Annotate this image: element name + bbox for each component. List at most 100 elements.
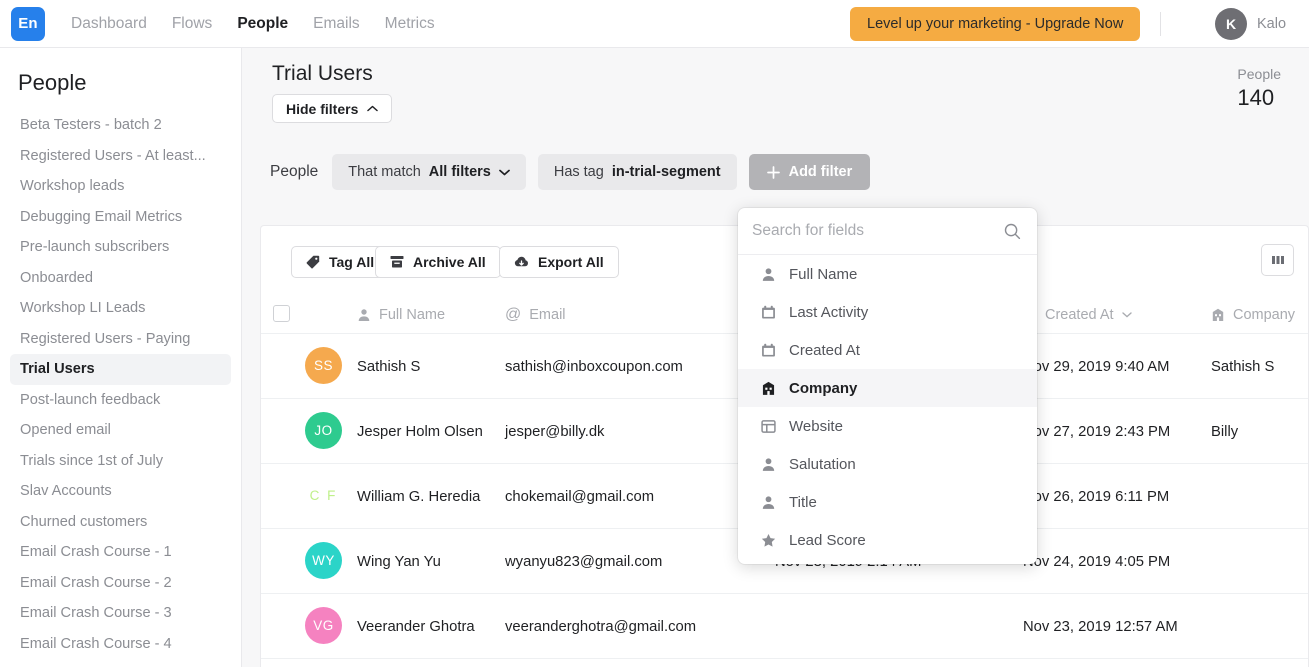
- nav-link-dashboard[interactable]: Dashboard: [71, 15, 147, 33]
- column-header-label: Full Name: [379, 307, 446, 323]
- column-header-label: Email: [529, 307, 566, 323]
- nav-link-emails[interactable]: Emails: [313, 15, 360, 33]
- field-option-salutation[interactable]: Salutation: [738, 445, 1037, 483]
- tag-filter-pill[interactable]: Has tag in-trial-segment: [537, 154, 737, 190]
- column-header-full-name[interactable]: Full Name: [357, 296, 445, 334]
- select-all-checkbox[interactable]: [273, 305, 290, 322]
- page-title: Trial Users: [272, 62, 373, 85]
- match-filter-pill[interactable]: That match All filters: [332, 154, 526, 190]
- cell-full-name: Jesper Holm Olsen: [357, 423, 483, 440]
- sidebar-item-registered-users-paying[interactable]: Registered Users - Paying: [10, 324, 231, 355]
- archive-icon: [390, 255, 404, 269]
- cloud-download-icon: [514, 255, 529, 269]
- sidebar-item-post-launch-feedback[interactable]: Post-launch feedback: [10, 385, 231, 416]
- sidebar-item-email-crash-course-3[interactable]: Email Crash Course - 3: [10, 598, 231, 629]
- cell-full-name: Sathish S: [357, 358, 421, 375]
- sidebar-item-workshop-li-leads[interactable]: Workshop LI Leads: [10, 293, 231, 324]
- chevron-down-icon: [498, 169, 510, 176]
- main-header: Trial Users Hide filters People 140 Peop…: [242, 48, 1309, 225]
- sidebar-item-workshop-leads[interactable]: Workshop leads: [10, 171, 231, 202]
- match-prefix-label: That match: [348, 164, 421, 180]
- app-logo[interactable]: En: [11, 6, 45, 41]
- field-picker-dropdown: Full Name Last Activity Created At Company W…: [738, 208, 1037, 564]
- avatar: C F: [309, 488, 338, 503]
- sidebar-item-onboarded[interactable]: Onboarded: [10, 263, 231, 294]
- column-header-email[interactable]: @ Email: [505, 296, 566, 334]
- app-root: En Dashboard Flows People Emails Metrics Lev…: [0, 0, 1309, 667]
- columns-settings-button[interactable]: [1261, 244, 1294, 276]
- column-header-created-at[interactable]: Created At: [1023, 296, 1132, 334]
- person-icon: [761, 267, 776, 282]
- export-all-button[interactable]: Export All: [499, 246, 619, 278]
- sidebar-item-email-crash-course-2[interactable]: Email Crash Course - 2: [10, 568, 231, 599]
- archive-all-button[interactable]: Archive All: [375, 246, 501, 278]
- sidebar-item-email-crash-course-5[interactable]: Email Crash Course - 5: [10, 659, 231, 667]
- cell-created-at: Nov 24, 2019 4:05 PM: [1023, 553, 1171, 570]
- cell-created-at: Nov 27, 2019 2:43 PM: [1023, 423, 1171, 440]
- field-option-full-name[interactable]: Full Name: [738, 255, 1037, 293]
- sidebar-item-registered-users-at-least[interactable]: Registered Users - At least...: [10, 141, 231, 172]
- sidebar-item-beta-testers-batch-2[interactable]: Beta Testers - batch 2: [10, 110, 231, 141]
- field-option-company[interactable]: Company: [738, 369, 1037, 407]
- person-icon: [761, 457, 776, 472]
- sidebar-item-opened-email[interactable]: Opened email: [10, 415, 231, 446]
- company-icon: [761, 381, 776, 396]
- sidebar-item-email-crash-course-1[interactable]: Email Crash Course - 1: [10, 537, 231, 568]
- nav-link-flows[interactable]: Flows: [172, 15, 212, 33]
- sidebar-item-trial-users[interactable]: Trial Users: [10, 354, 231, 385]
- user-menu[interactable]: K Kalo: [1215, 8, 1286, 40]
- sort-chevron-down-icon[interactable]: [1121, 312, 1132, 318]
- tag-value-label: in-trial-segment: [611, 164, 721, 180]
- cell-full-name: Wing Yan Yu: [357, 553, 441, 570]
- nav-links: Dashboard Flows People Emails Metrics: [71, 15, 435, 33]
- sidebar-item-slav-accounts[interactable]: Slav Accounts: [10, 476, 231, 507]
- nav-link-metrics[interactable]: Metrics: [385, 15, 435, 33]
- field-option-last-activity[interactable]: Last Activity: [738, 293, 1037, 331]
- tag-icon: [306, 255, 320, 269]
- field-option-label: Company: [789, 379, 858, 397]
- field-option-lead-score[interactable]: Lead Score: [738, 521, 1037, 559]
- nav-link-people[interactable]: People: [237, 15, 288, 33]
- website-icon: [761, 419, 776, 434]
- column-header-label: Created At: [1045, 307, 1114, 323]
- search-icon: [1004, 223, 1021, 240]
- sidebar-title: People: [18, 70, 87, 95]
- cell-company: Billy: [1211, 423, 1239, 440]
- sidebar-item-churned-customers[interactable]: Churned customers: [10, 507, 231, 538]
- table-row[interactable]: VG Veerander Ghotra veeranderghotra@gmail.…: [261, 594, 1308, 659]
- sidebar-item-trials-since-1st-of-july[interactable]: Trials since 1st of July: [10, 446, 231, 477]
- field-option-label: Lead Score: [789, 531, 866, 549]
- sidebar-item-debugging-email-metrics[interactable]: Debugging Email Metrics: [10, 202, 231, 233]
- sidebar-item-email-crash-course-4[interactable]: Email Crash Course - 4: [10, 629, 231, 660]
- avatar: SS: [305, 347, 342, 384]
- nav-divider: [1160, 12, 1161, 36]
- cell-email: jesper@billy.dk: [505, 423, 605, 440]
- plus-icon: [766, 165, 780, 179]
- add-filter-label: Add filter: [788, 164, 853, 180]
- field-option-created-at[interactable]: Created At: [738, 331, 1037, 369]
- field-option-website[interactable]: Website: [738, 407, 1037, 445]
- top-navigation-bar: En Dashboard Flows People Emails Metrics Lev…: [0, 0, 1309, 48]
- field-option-label: Created At: [789, 341, 860, 359]
- person-icon: [761, 495, 776, 510]
- avatar: WY: [305, 542, 342, 579]
- filter-bar: People That match All filters Has tag in…: [270, 154, 871, 190]
- cell-full-name: William G. Heredia: [357, 488, 481, 505]
- column-header-company[interactable]: Company: [1211, 296, 1295, 334]
- people-count-value: 140: [1237, 85, 1275, 110]
- field-option-title[interactable]: Title: [738, 483, 1037, 521]
- archive-all-label: Archive All: [413, 254, 486, 270]
- person-icon: [357, 308, 371, 322]
- hide-filters-button[interactable]: Hide filters: [272, 94, 393, 123]
- columns-icon: [1270, 253, 1286, 267]
- search-input[interactable]: [752, 222, 982, 240]
- tag-prefix-label: Has tag: [553, 164, 604, 180]
- cell-created-at: Nov 26, 2019 6:11 PM: [1023, 488, 1170, 505]
- upgrade-button[interactable]: Level up your marketing - Upgrade Now: [850, 7, 1141, 41]
- add-filter-button[interactable]: Add filter: [748, 154, 871, 190]
- field-search-row: [738, 208, 1037, 255]
- avatar: JO: [305, 412, 342, 449]
- match-value-label: All filters: [428, 164, 491, 180]
- column-header-label: Company: [1233, 307, 1296, 323]
- sidebar-item-pre-launch-subscribers[interactable]: Pre-launch subscribers: [10, 232, 231, 263]
